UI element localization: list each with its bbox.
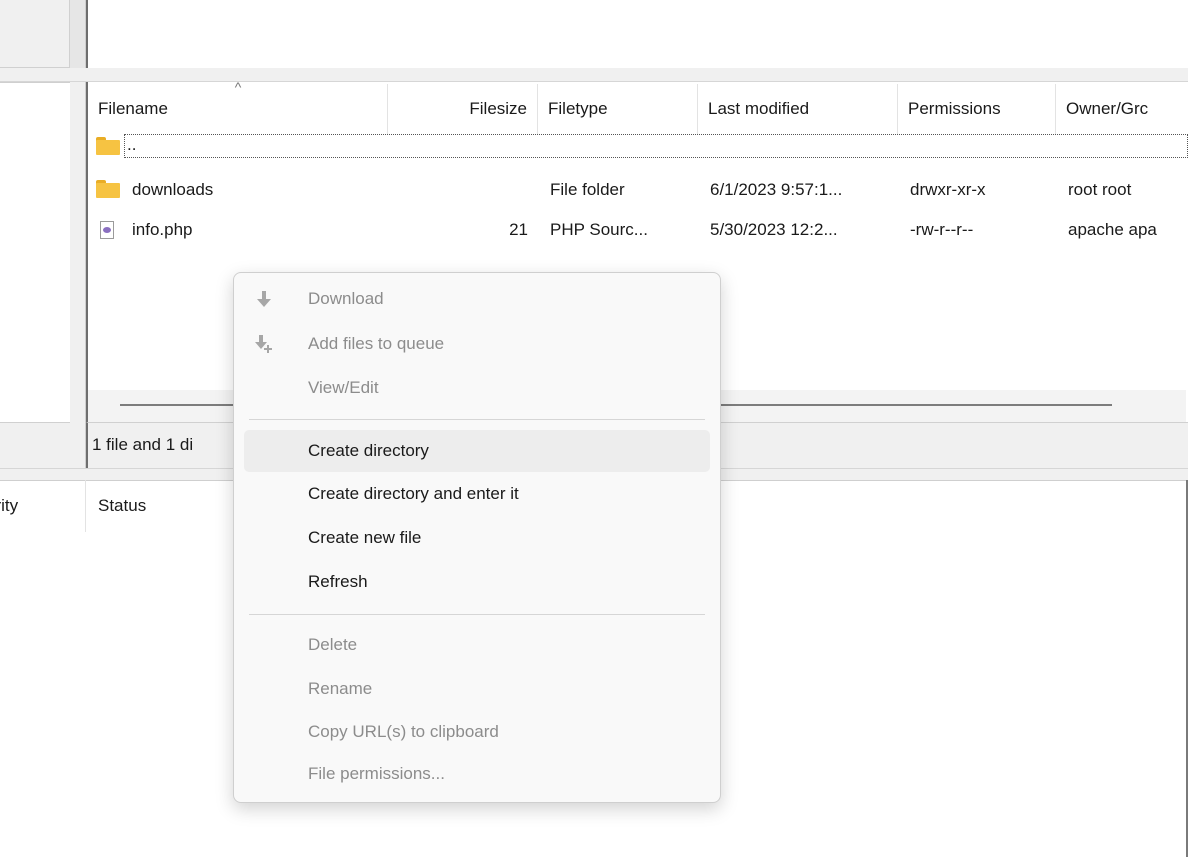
remote-directory-tree <box>86 0 1188 68</box>
menu-item-create-directory-and-enter[interactable]: Create directory and enter it <box>244 473 710 515</box>
folder-icon <box>96 180 120 198</box>
menu-item-add-files-to-queue[interactable]: Add files to queue <box>244 323 710 365</box>
menu-item-label: Rename <box>308 679 373 698</box>
menu-separator <box>249 419 705 420</box>
column-header-owner-group[interactable]: Owner/Grc <box>1056 84 1188 134</box>
add-to-queue-icon <box>255 335 272 353</box>
menu-item-rename[interactable]: Rename <box>244 668 710 710</box>
local-tree-pane <box>0 0 70 68</box>
menu-item-label: Create directory <box>308 441 429 460</box>
menu-item-delete[interactable]: Delete <box>244 624 710 666</box>
column-header-last-modified[interactable]: Last modified <box>698 84 898 134</box>
file-type: File folder <box>550 180 625 199</box>
file-permissions: -rw-r--r-- <box>910 220 974 239</box>
local-status-bar <box>0 422 70 468</box>
local-tree-scrollbar[interactable] <box>70 0 86 68</box>
file-permissions: drwxr-xr-x <box>910 180 986 199</box>
menu-item-label: Copy URL(s) to clipboard <box>308 722 499 741</box>
menu-item-label: Create directory and enter it <box>308 484 519 503</box>
table-row[interactable]: downloads File folder 6/1/2023 9:57:1...… <box>88 178 1188 201</box>
menu-item-create-directory[interactable]: Create directory <box>244 430 710 472</box>
local-file-list <box>0 82 70 422</box>
menu-item-label: Add files to queue <box>308 334 445 353</box>
file-size: 21 <box>509 220 528 239</box>
local-file-scrollbar[interactable] <box>70 82 86 468</box>
menu-item-refresh[interactable]: Refresh <box>244 561 710 603</box>
column-header-filetype[interactable]: Filetype <box>538 84 698 134</box>
file-last-modified: 6/1/2023 9:57:1... <box>710 180 843 199</box>
file-name: .. <box>127 135 137 154</box>
table-row[interactable]: .. <box>124 134 1188 158</box>
column-header-permissions[interactable]: Permissions <box>898 84 1056 134</box>
file-type: PHP Sourc... <box>550 220 648 239</box>
menu-item-label: View/Edit <box>308 378 379 397</box>
menu-item-label: Download <box>308 289 384 308</box>
menu-item-download[interactable]: Download <box>244 278 710 320</box>
download-arrow-icon <box>257 291 271 307</box>
menu-item-file-permissions[interactable]: File permissions... <box>244 753 710 795</box>
queue-column-priority-label: ority <box>0 496 19 515</box>
menu-item-label: Refresh <box>308 572 368 591</box>
file-owner: apache apa <box>1068 220 1157 239</box>
menu-item-label: Create new file <box>308 528 422 547</box>
file-name: downloads <box>132 180 214 199</box>
remote-status-text: 1 file and 1 di <box>92 435 194 454</box>
menu-item-label: File permissions... <box>308 764 445 783</box>
column-header-filesize[interactable]: Filesize <box>388 84 538 134</box>
folder-icon <box>96 137 120 155</box>
queue-column-priority[interactable]: ority <box>0 480 86 532</box>
menu-item-label: Delete <box>308 635 358 654</box>
php-file-icon <box>100 221 114 239</box>
file-last-modified: 5/30/2023 12:2... <box>710 220 838 239</box>
file-owner: root root <box>1068 180 1132 199</box>
menu-separator <box>249 614 705 615</box>
menu-item-create-new-file[interactable]: Create new file <box>244 517 710 559</box>
column-header-filename[interactable]: Filename <box>88 84 388 134</box>
menu-item-view-edit[interactable]: View/Edit <box>244 367 710 409</box>
pane-splitter[interactable] <box>0 68 1188 82</box>
file-name: info.php <box>132 220 193 239</box>
table-row[interactable]: info.php 21 PHP Sourc... 5/30/2023 12:2.… <box>88 218 1188 241</box>
menu-item-copy-url[interactable]: Copy URL(s) to clipboard <box>244 711 710 753</box>
